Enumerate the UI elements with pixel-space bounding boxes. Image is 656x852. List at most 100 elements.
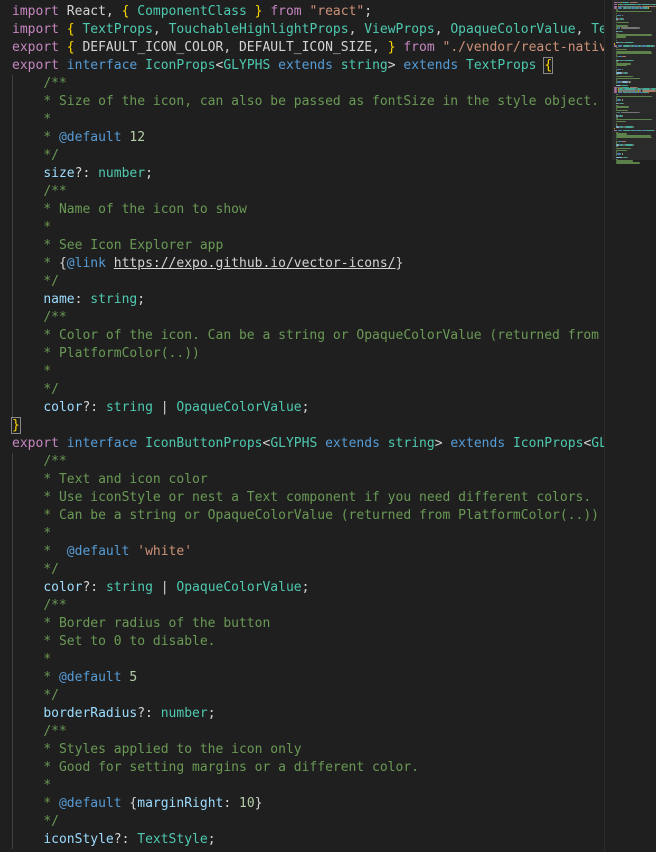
code-line[interactable]: * (0, 525, 604, 543)
minimap-line (624, 41, 633, 43)
minimap-line (651, 3, 656, 6)
code-line[interactable]: */ (0, 381, 604, 399)
code-line[interactable]: * (0, 651, 604, 669)
code-token: ; (137, 292, 146, 307)
code-line[interactable]: iconStyle?: TextStyle; (0, 831, 604, 849)
minimap-line (616, 106, 629, 108)
code-line[interactable]: export interface IconButtonProps<GLYPHS … (0, 435, 604, 453)
indent-guide (12, 507, 13, 525)
code-line[interactable]: /** (0, 723, 604, 741)
code-line[interactable]: /** (0, 183, 604, 201)
code-line[interactable]: * (0, 363, 604, 381)
minimap-line (616, 75, 633, 78)
code-line[interactable]: * @default 12 (0, 129, 604, 147)
minimap-line (654, 45, 655, 47)
code-token: TextStyle (591, 22, 604, 37)
code-line[interactable]: * Text and icon color (0, 471, 604, 489)
code-token: size (43, 166, 75, 181)
code-line[interactable]: * (0, 111, 604, 129)
code-token: /** (43, 184, 67, 199)
code-line[interactable]: * Use iconStyle or nest a Text component… (0, 489, 604, 507)
minimap-line (616, 52, 652, 54)
minimap-line (616, 149, 627, 151)
minimap-line (638, 27, 639, 29)
minimap[interactable] (612, 0, 656, 852)
code-line[interactable]: * {@link https://expo.github.io/vector-i… (0, 255, 604, 273)
code-line[interactable]: * Color of the icon. Can be a string or … (0, 327, 604, 345)
code-line[interactable]: * PlatformColor(..)) (0, 345, 604, 363)
code-line[interactable]: * Name of the icon to show (0, 201, 604, 219)
code-token: { (543, 57, 554, 74)
code-line[interactable]: size?: number; (0, 165, 604, 183)
code-line[interactable]: import { TextProps, TouchableHighlightPr… (0, 21, 604, 39)
code-line[interactable]: * Good for setting margins or a differen… (0, 759, 604, 777)
code-line[interactable]: /** (0, 597, 604, 615)
code-area[interactable]: import React, { ComponentClass } from "r… (0, 3, 604, 852)
code-line[interactable]: * (0, 777, 604, 795)
minimap-line (646, 129, 651, 132)
code-line[interactable]: */ (0, 273, 604, 291)
code-line[interactable]: export { DEFAULT_ICON_COLOR, DEFAULT_ICO… (0, 39, 604, 57)
code-line[interactable]: */ (0, 147, 604, 165)
code-line[interactable]: /** (0, 309, 604, 327)
code-token: @link (66, 256, 106, 271)
code-token: * Color of the icon. Can be a string or … (43, 328, 600, 343)
code-line[interactable]: */ (0, 687, 604, 705)
minimap-line (643, 7, 648, 9)
code-editor[interactable]: import React, { ComponentClass } from "r… (0, 0, 656, 852)
code-line[interactable]: * @default {marginRight: 10} (0, 795, 604, 813)
code-token: import (12, 22, 59, 37)
code-token: * PlatformColor(..)) (43, 346, 200, 361)
minimap-line (626, 84, 627, 87)
code-line[interactable]: */ (0, 813, 604, 831)
code-token: interface (66, 58, 138, 73)
code-token: @default (58, 796, 122, 811)
minimap-line (622, 84, 627, 87)
minimap-line (617, 68, 621, 70)
code-token: IconProps (145, 58, 216, 73)
code-line[interactable]: * @default 5 (0, 669, 604, 687)
code-line[interactable]: color?: string | OpaqueColorValue; (0, 579, 604, 597)
code-line[interactable]: export interface IconProps<GLYPHS extend… (0, 57, 604, 75)
code-token: * (43, 652, 52, 667)
code-line[interactable]: name: string; (0, 291, 604, 309)
code-token: 12 (129, 130, 146, 145)
code-line[interactable]: * Styles applied to the icon only (0, 741, 604, 759)
code-line[interactable]: * Set to 0 to disable. (0, 633, 604, 651)
code-line[interactable]: import React, { ComponentClass } from "r… (0, 3, 604, 21)
code-line[interactable]: */ (0, 561, 604, 579)
code-line[interactable]: * @default 'white' (0, 543, 604, 561)
code-line[interactable]: * (0, 219, 604, 237)
code-line[interactable]: * See Icon Explorer app (0, 237, 604, 255)
code-line[interactable]: * Can be a string or OpaqueColorValue (r… (0, 507, 604, 525)
code-line[interactable]: color?: string | OpaqueColorValue; (0, 399, 604, 417)
code-line[interactable]: /** (0, 453, 604, 471)
code-line[interactable]: * Border radius of the button (0, 615, 604, 633)
minimap-line (639, 7, 643, 9)
code-line[interactable]: /** (0, 75, 604, 93)
code-line[interactable]: } (0, 417, 604, 435)
code-line[interactable]: * Size of the icon, can also be passed a… (0, 93, 604, 111)
code-token: } (11, 417, 21, 434)
code-line[interactable]: borderRadius?: number; (0, 705, 604, 723)
indent-guide (12, 75, 13, 93)
code-token: * Set to 0 to disable. (43, 634, 216, 649)
indent-guide (12, 759, 13, 777)
code-token: OpaqueColorValue (176, 400, 302, 415)
indent-guide (12, 327, 13, 345)
